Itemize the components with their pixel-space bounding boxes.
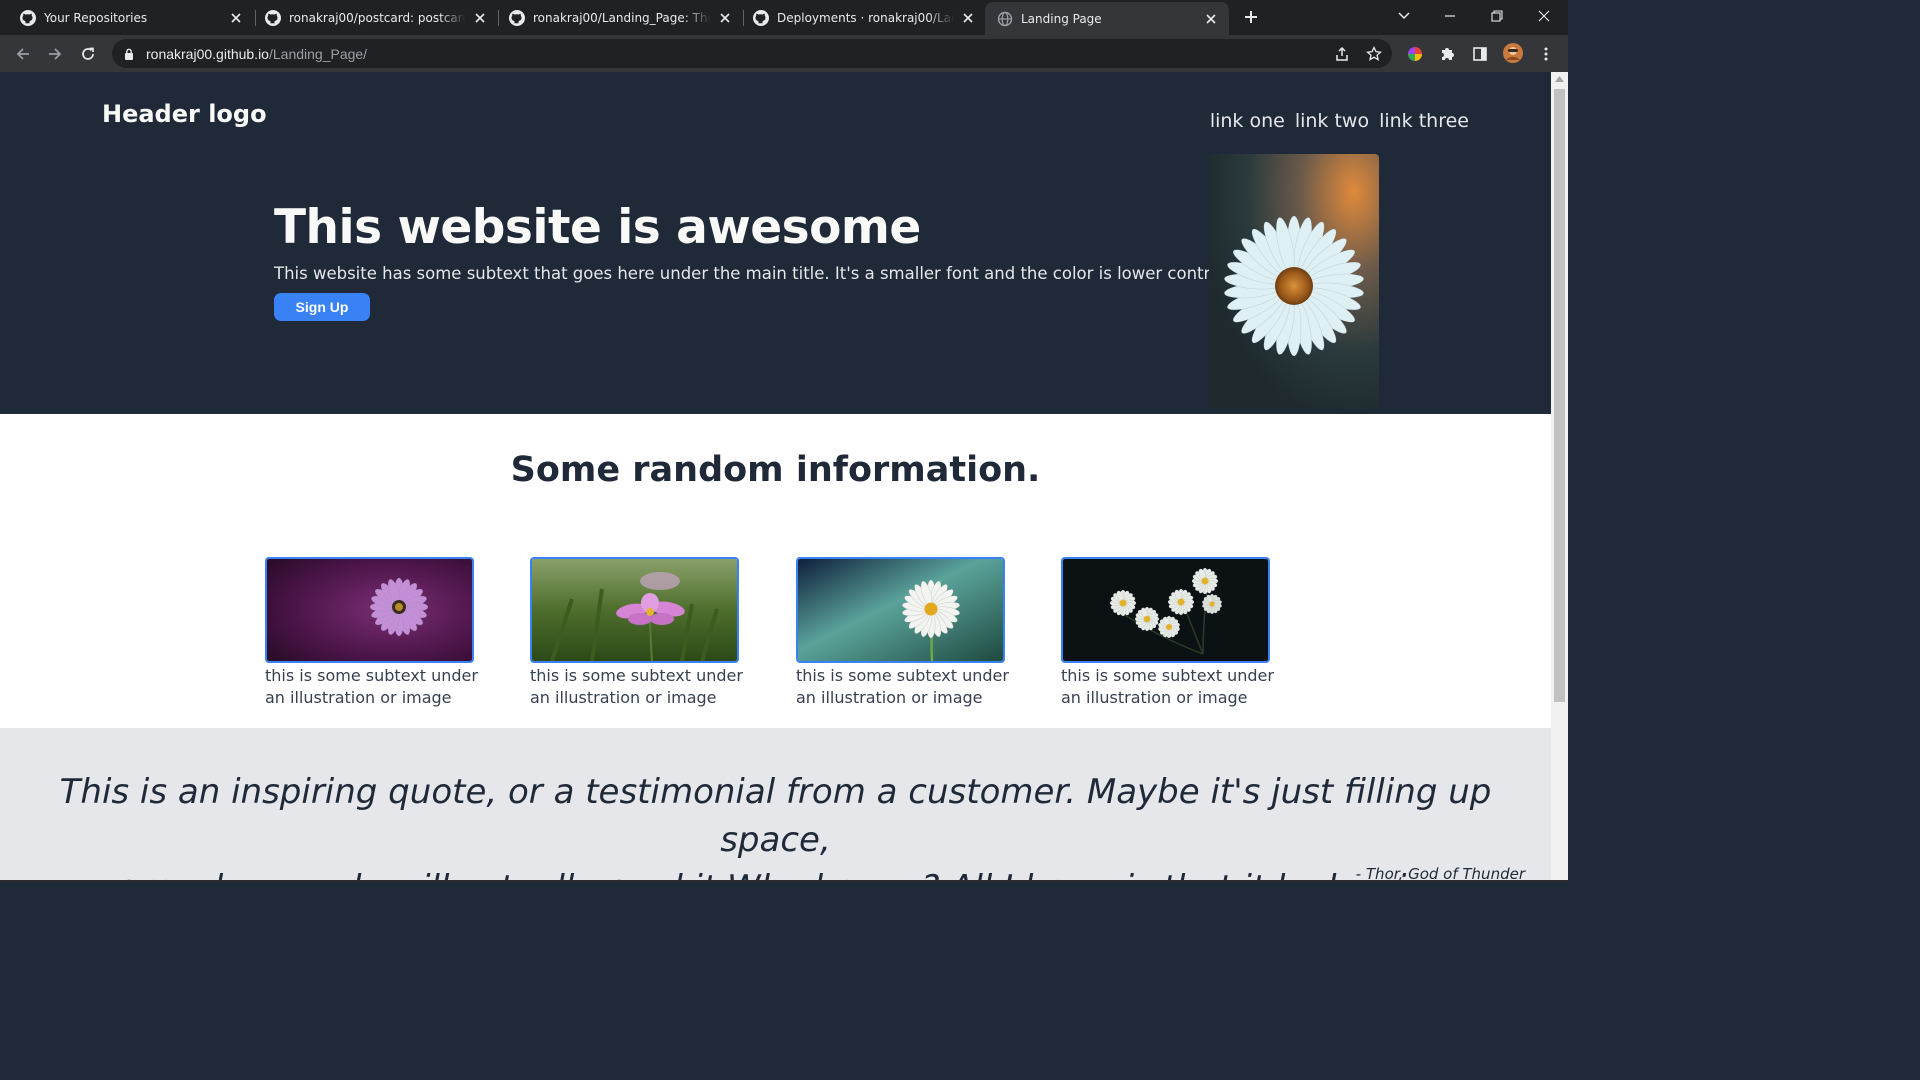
card-caption: this is some subtext under an illustrati… <box>796 666 1009 707</box>
page-viewport: Header logo link one link two link three… <box>0 72 1551 880</box>
minimize-icon <box>1445 15 1455 17</box>
purple-daisy-image <box>265 557 474 663</box>
info-card: this is some subtext under an illustrati… <box>1061 557 1276 709</box>
nav-link-two[interactable]: link two <box>1295 110 1369 132</box>
restore-button[interactable] <box>1487 6 1507 26</box>
scroll-up-icon[interactable] <box>1555 76 1564 82</box>
header-logo[interactable]: Header logo <box>102 100 267 128</box>
info-card: this is some subtext under an illustrati… <box>530 557 745 709</box>
share-button[interactable] <box>1331 43 1353 65</box>
avatar <box>1503 43 1523 63</box>
close-icon[interactable] <box>472 10 488 26</box>
color-wheel-icon <box>1408 47 1422 61</box>
sign-up-button[interactable]: Sign Up <box>274 293 370 321</box>
puzzle-icon <box>1442 48 1454 60</box>
nav-link-one[interactable]: link one <box>1210 110 1285 132</box>
tab-search-button[interactable] <box>1394 6 1414 26</box>
tab-strip: Your Repositories ronakraj00/postcard: p… <box>0 0 1568 35</box>
card-caption: this is some subtext under an illustrati… <box>530 666 743 707</box>
quote-line-1: This is an inspiring quote, or a testimo… <box>59 772 1492 860</box>
reload-icon <box>82 47 94 60</box>
page-scrollbar[interactable] <box>1551 72 1568 880</box>
share-icon <box>1336 46 1348 61</box>
window-bottom-edge <box>0 880 1568 882</box>
nav-link-three[interactable]: link three <box>1379 110 1469 132</box>
hero-subtext: This website has some subtext that goes … <box>274 264 1241 283</box>
menu-button[interactable] <box>1536 43 1556 65</box>
hero-daisy-image <box>1209 154 1379 409</box>
tab-title: ronakraj00/Landing_Page: The od <box>533 10 711 25</box>
scrollbar-thumb[interactable] <box>1554 89 1565 702</box>
close-window-button[interactable] <box>1534 6 1554 26</box>
minimize-button[interactable] <box>1440 6 1460 26</box>
card-caption: this is some subtext under an illustrati… <box>1061 666 1274 707</box>
url-host: ronakraj00.github.io <box>146 45 269 62</box>
kebab-menu-icon <box>1544 47 1548 61</box>
github-icon <box>509 9 525 26</box>
plus-icon <box>1245 11 1257 23</box>
info-section-title: Some random information. <box>510 450 1041 490</box>
side-panel-button[interactable] <box>1469 43 1491 65</box>
color-extension-button[interactable] <box>1404 43 1426 65</box>
tab-landing-page[interactable]: Landing Page <box>985 2 1229 35</box>
tab-landing-page-repo[interactable]: ronakraj00/Landing_Page: The od <box>489 0 743 35</box>
lock-icon <box>125 48 133 60</box>
bookmark-button[interactable] <box>1363 43 1385 65</box>
github-icon <box>753 9 769 26</box>
new-tab-button[interactable] <box>1240 6 1262 28</box>
address-bar[interactable]: ronakraj00.github.io/Landing_Page/ <box>112 39 1392 68</box>
browser-toolbar: ronakraj00.github.io/Landing_Page/ <box>0 35 1568 72</box>
info-card: this is some subtext under an illustrati… <box>265 557 480 709</box>
back-button[interactable] <box>12 43 34 65</box>
daisy-cluster-image <box>1061 557 1270 663</box>
globe-icon <box>997 11 1013 26</box>
tab-title: ronakraj00/postcard: postcard fo <box>289 10 466 25</box>
info-card: this is some subtext under an illustrati… <box>796 557 1011 709</box>
url-path: /Landing_Page/ <box>268 45 368 62</box>
extensions-button[interactable] <box>1436 43 1458 65</box>
forward-button[interactable] <box>44 43 66 65</box>
reload-button[interactable] <box>77 43 99 65</box>
github-icon <box>20 9 36 26</box>
github-icon <box>265 9 281 26</box>
close-icon[interactable] <box>228 10 244 26</box>
restore-icon <box>1491 10 1503 22</box>
quote-author: - Thor, God of Thunder <box>1355 865 1525 880</box>
hero-section: Header logo link one link two link three… <box>0 72 1551 414</box>
tab-postcard[interactable]: ronakraj00/postcard: postcard fo <box>245 0 498 35</box>
tab-deployments[interactable]: Deployments · ronakraj00/Landin <box>733 0 986 35</box>
hero-title: This website is awesome <box>274 200 921 255</box>
tab-your-repositories[interactable]: Your Repositories <box>0 0 254 35</box>
card-caption: this is some subtext under an illustrati… <box>265 666 478 707</box>
arrow-right-icon <box>49 48 62 60</box>
quote-line-2: or maybe people will actually read it.Wh… <box>0 864 1551 880</box>
header-nav: link one link two link three <box>1210 110 1469 132</box>
profile-button[interactable] <box>1502 42 1524 64</box>
close-icon[interactable] <box>960 10 976 26</box>
chevron-down-icon <box>1398 12 1410 20</box>
testimonial-quote: This is an inspiring quote, or a testimo… <box>0 768 1551 880</box>
close-icon[interactable] <box>717 10 733 26</box>
pink-cosmos-image <box>530 557 739 663</box>
side-panel-icon <box>1473 47 1487 61</box>
star-icon <box>1366 46 1382 61</box>
tab-title: Landing Page <box>1021 11 1102 26</box>
tab-title: Deployments · ronakraj00/Landin <box>777 10 954 25</box>
close-icon[interactable] <box>1203 11 1219 27</box>
close-icon <box>1538 10 1550 22</box>
quote-section: This is an inspiring quote, or a testimo… <box>0 728 1551 880</box>
arrow-left-icon <box>16 48 29 60</box>
white-daisy-image <box>796 557 1005 663</box>
tab-title: Your Repositories <box>44 10 148 25</box>
